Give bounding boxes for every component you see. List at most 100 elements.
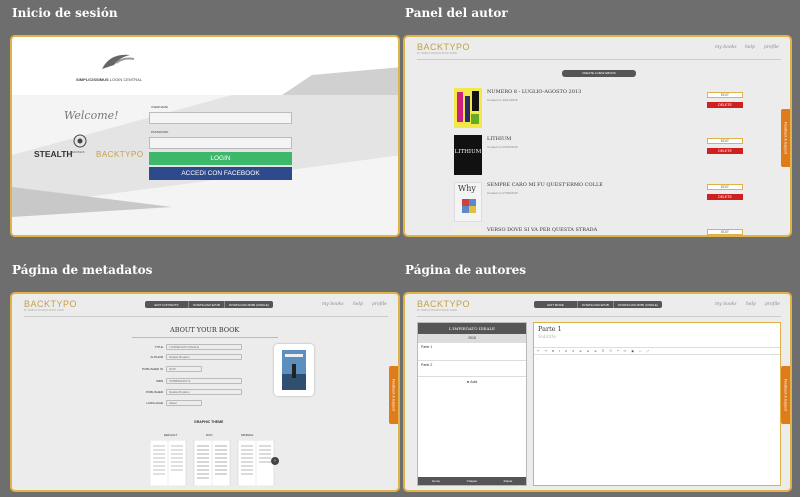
- delete-button[interactable]: DELETE: [707, 102, 743, 108]
- login-brand: SIMPLICISSIMUS LOGIN CENTRAL: [76, 77, 142, 82]
- tab-download-epub[interactable]: DOWNLOAD EPUB: [578, 301, 614, 308]
- published-select[interactable]: 2015: [166, 366, 202, 372]
- field-author: AUTHOR Natalia Bogdan: [139, 354, 242, 360]
- password-input[interactable]: [149, 137, 292, 149]
- welcome-text: Welcome!: [64, 109, 119, 122]
- stealth-logo: STEALTH: [34, 149, 73, 159]
- sidebar-item-chapter[interactable]: Parte 1: [418, 343, 526, 361]
- align-left-icon[interactable]: ≡: [579, 349, 582, 353]
- quote-icon[interactable]: ❝: [617, 349, 619, 353]
- strike-icon[interactable]: S: [572, 349, 574, 353]
- tab-download-mobi[interactable]: DOWNLOAD MOBI (KINDLE): [225, 301, 273, 308]
- book-title[interactable]: LITHIUM: [487, 136, 511, 142]
- plus-icon: ●: [466, 379, 470, 384]
- tab-edit-mode[interactable]: EDIT MODE: [534, 301, 578, 308]
- code-icon[interactable]: ‹›: [639, 349, 641, 353]
- panel-title-authors: Página de autores: [405, 263, 527, 277]
- create-ebook-button[interactable]: CREATE A NEW EBOOK: [562, 70, 636, 77]
- theme-preview-minimal: [237, 440, 275, 486]
- feedback-tab[interactable]: Feedback & Support: [781, 109, 790, 167]
- nav-help[interactable]: help: [353, 302, 363, 307]
- delete-button[interactable]: DELETE: [707, 148, 743, 154]
- login-brand-name: SIMPLICISSIMUS: [76, 77, 109, 82]
- align-center-icon[interactable]: ≡: [587, 349, 590, 353]
- editor-tabbar: EDIT MODE DOWNLOAD EPUB DOWNLOAD MOBI (K…: [534, 301, 662, 308]
- editor-subtitle-input[interactable]: Subtitle: [538, 335, 556, 340]
- nav-profile[interactable]: profile: [372, 302, 387, 307]
- align-right-icon[interactable]: ≡: [594, 349, 597, 353]
- nav-help[interactable]: help: [745, 45, 755, 50]
- cover-text: LITHIUM: [454, 149, 482, 155]
- fullscreen-icon[interactable]: ⤢: [646, 349, 648, 353]
- undo-icon[interactable]: ↶: [537, 349, 540, 353]
- field-label: PUBLISHER: [145, 390, 163, 394]
- isbn-input[interactable]: 9788869230171: [166, 378, 242, 384]
- book-cover-lithium[interactable]: LITHIUM: [454, 135, 482, 175]
- home-button[interactable]: Home: [418, 477, 454, 485]
- book-title[interactable]: SEMPRE CARO MI FU QUEST'ERMO COLLE: [487, 182, 603, 188]
- editor-chapter-title[interactable]: Parte 1: [538, 325, 562, 333]
- image-icon[interactable]: ▣: [631, 349, 634, 353]
- bold-icon[interactable]: B: [552, 349, 554, 353]
- editor-body[interactable]: ¦: [537, 357, 538, 361]
- panel-title-login: Inicio de sesión: [12, 6, 118, 20]
- add-chapter-button[interactable]: ● Add: [418, 379, 526, 384]
- delete-button[interactable]: DELETE: [707, 194, 743, 200]
- field-published: PUBLISHED IN 2015: [139, 366, 202, 372]
- underline-icon[interactable]: U: [565, 349, 567, 353]
- nav-my-books[interactable]: my books: [322, 302, 344, 307]
- edit-button[interactable]: EDIT: [707, 138, 743, 144]
- tab-edit-contents[interactable]: EDIT CONTENTS: [145, 301, 189, 308]
- narcissus-flower-icon: [73, 134, 87, 148]
- book-title[interactable]: VERSO DOVE SI VA PER QUESTA STRADA: [487, 227, 597, 233]
- publisher-input[interactable]: Natalia Bogdan: [166, 389, 242, 395]
- nav-my-books[interactable]: my books: [715, 302, 737, 307]
- chapter-button[interactable]: Chapter: [454, 477, 490, 485]
- book-title[interactable]: NUMERO 8 - LUGLIO-AGOSTO 2013: [487, 89, 581, 95]
- field-publisher: PUBLISHER Natalia Bogdan: [139, 389, 242, 395]
- chapter-sidebar: L'IMPIEGATO IDEALE 2015 Parte 1 Parte 2 …: [417, 322, 527, 486]
- field-label: LANGUAGE: [146, 401, 163, 405]
- delete-chapter-button[interactable]: Delete: [490, 477, 526, 485]
- sidebar-item-chapter[interactable]: Parte 2: [418, 361, 526, 377]
- tab-download-mobi[interactable]: DOWNLOAD MOBI (KINDLE): [614, 301, 662, 308]
- nav-help[interactable]: help: [746, 302, 756, 307]
- field-isbn: ISBN 9788869230171: [139, 378, 242, 384]
- book-cover-verso[interactable]: [454, 227, 482, 235]
- theme-label-minimal: MINIMAL: [241, 433, 254, 437]
- password-label: PASSWORD: [151, 130, 169, 134]
- edit-button[interactable]: EDIT: [707, 92, 743, 98]
- username-input[interactable]: [149, 112, 292, 124]
- facebook-login-button[interactable]: ACCEDI CON FACEBOOK: [149, 167, 292, 180]
- about-heading: ABOUT YOUR BOOK: [170, 326, 240, 334]
- nav-profile[interactable]: profile: [765, 302, 780, 307]
- redo-icon[interactable]: ↷: [545, 349, 548, 353]
- feedback-tab[interactable]: Feedback & Support: [389, 366, 398, 424]
- book-cover-why[interactable]: Why: [454, 182, 482, 222]
- sidebar-year: 2015: [418, 334, 526, 343]
- backtypo-logo-sub: BY SIMPLICISSIMUS BOOK FARM: [24, 309, 64, 312]
- language-select[interactable]: Italian: [166, 400, 202, 406]
- edit-button[interactable]: EDIT: [707, 229, 743, 235]
- about-divider: [132, 337, 278, 338]
- field-label: ISBN: [155, 379, 163, 383]
- theme-next-arrow-icon[interactable]: ›: [271, 457, 279, 465]
- metadata-tabbar: EDIT CONTENTS DOWNLOAD EPUB DOWNLOAD MOB…: [145, 301, 273, 308]
- book-date: Created on 04/07/2015: [487, 145, 518, 149]
- link-icon[interactable]: ⚯: [624, 349, 627, 353]
- author-input[interactable]: Natalia Bogdan: [166, 354, 242, 360]
- nav-profile[interactable]: profile: [764, 45, 779, 50]
- feedback-tab[interactable]: Feedback & Support: [781, 366, 790, 424]
- numbered-list-icon[interactable]: ☷: [609, 349, 612, 353]
- edit-button[interactable]: EDIT: [707, 184, 743, 190]
- login-button[interactable]: LOGIN: [149, 152, 292, 165]
- nav-my-books[interactable]: my books: [715, 45, 737, 50]
- backtypo-logo-sub: BY SIMPLICISSIMUS BOOK FARM: [417, 309, 457, 312]
- book-cover-card[interactable]: [274, 344, 314, 396]
- list-icon[interactable]: ☰: [602, 349, 605, 353]
- theme-label-default: DEFAULT: [164, 433, 178, 437]
- italic-icon[interactable]: I: [559, 349, 560, 353]
- book-cover-numero8[interactable]: [454, 88, 482, 128]
- tab-download-epub[interactable]: DOWNLOAD EPUB: [189, 301, 225, 308]
- title-input[interactable]: L'IMPIEGATO IDEALE: [166, 344, 242, 350]
